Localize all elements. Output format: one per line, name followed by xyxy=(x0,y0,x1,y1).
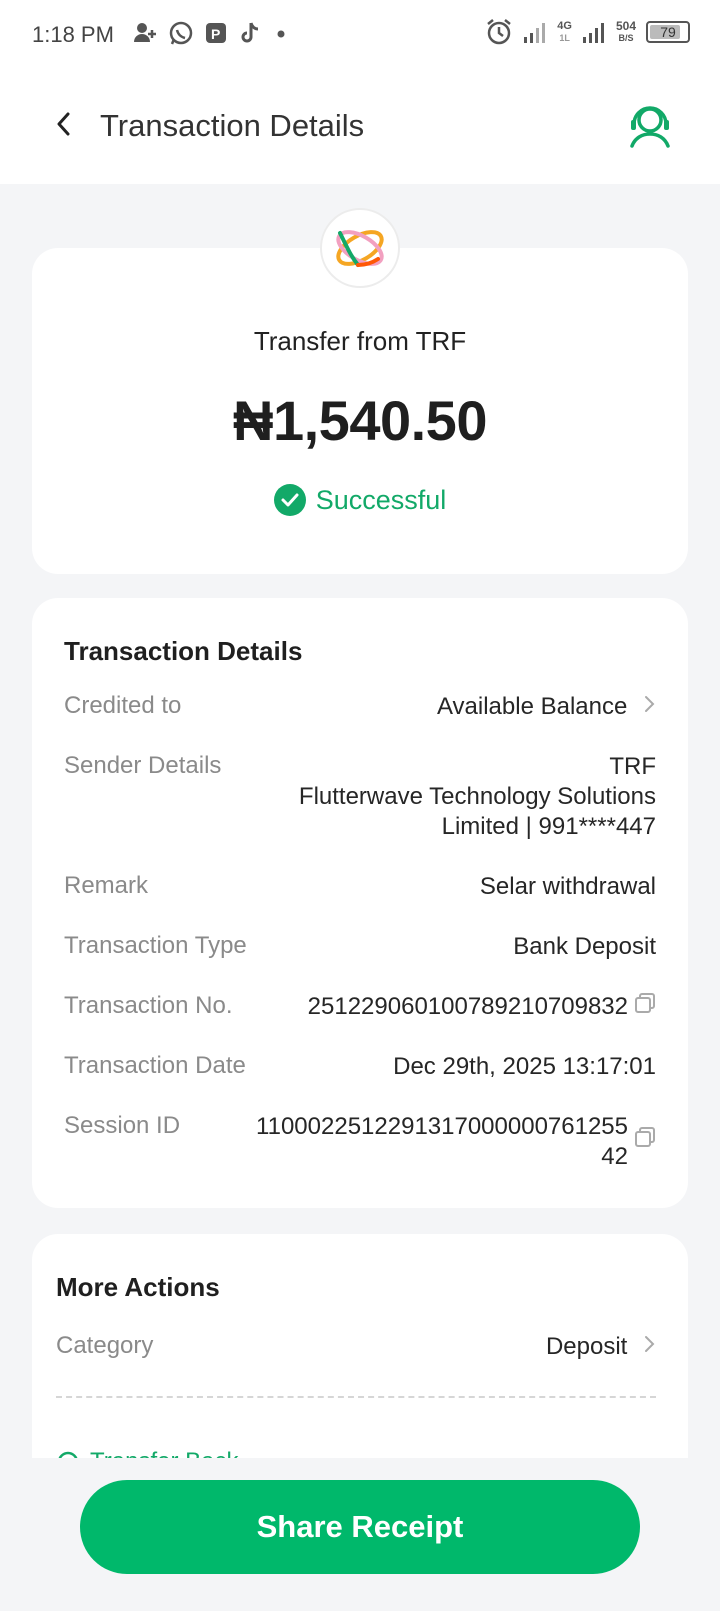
alarm-icon xyxy=(487,19,512,45)
status-text: Successful xyxy=(315,484,447,515)
row-label: Remark xyxy=(64,872,149,899)
chevron-right-icon xyxy=(645,1336,655,1352)
battery-level: 79 xyxy=(660,24,676,40)
share-receipt-button[interactable]: Share Receipt xyxy=(80,1480,640,1574)
row-remark: Remark Selar withdrawal xyxy=(64,872,656,902)
row-label: Transaction Date xyxy=(64,1052,246,1079)
row-label: Category xyxy=(56,1332,154,1359)
headset-icon xyxy=(630,106,670,148)
row-transaction-type: Transaction Type Bank Deposit xyxy=(64,932,656,962)
svg-text:P: P xyxy=(211,26,220,42)
sender-logo xyxy=(320,208,400,288)
details-section-title: Transaction Details xyxy=(64,636,303,666)
row-value: Available Balance xyxy=(437,692,656,722)
back-button[interactable] xyxy=(44,104,84,144)
row-value: Selar withdrawal xyxy=(479,873,656,900)
transaction-details-card: Transaction Details Credited to Availabl… xyxy=(32,598,688,1208)
transaction-title: Transfer from TRF xyxy=(253,326,467,356)
row-value: Bank Deposit xyxy=(513,933,656,960)
row-value: TRF Flutterwave Technology Solutions Lim… xyxy=(298,753,656,840)
app-p-icon: P xyxy=(206,23,226,43)
transaction-summary-card: Transfer from TRF ₦1,540.50 Successful xyxy=(32,248,688,574)
dot-icon xyxy=(277,30,285,38)
notification-icons: P xyxy=(132,20,290,46)
customer-support-button[interactable] xyxy=(626,100,674,150)
chevron-right-icon xyxy=(645,696,655,712)
tiktok-icon xyxy=(241,22,259,43)
row-label: Session ID xyxy=(64,1112,181,1139)
signal-icon xyxy=(524,23,546,43)
network-type: 4G 1L xyxy=(557,20,572,43)
status-badge: Successful xyxy=(32,484,688,516)
row-value: Deposit xyxy=(546,1332,656,1362)
more-actions-title: More Actions xyxy=(56,1272,220,1302)
copy-icon[interactable] xyxy=(634,1126,656,1148)
signal-icon-2 xyxy=(582,23,604,43)
divider xyxy=(56,1396,656,1398)
page-title: Transaction Details xyxy=(100,108,365,143)
row-value: Dec 29th, 2025 13:17:01 xyxy=(393,1053,656,1080)
row-sender-details: Sender Details TRF Flutterwave Technolog… xyxy=(64,752,656,842)
row-value: 1100022512291317000000761255 42 xyxy=(256,1112,656,1172)
row-category[interactable]: Category Deposit xyxy=(56,1332,656,1362)
network-speed: 504 B/S xyxy=(615,19,636,43)
app-header: Transaction Details xyxy=(0,72,720,184)
row-label: Transaction No. xyxy=(64,992,233,1019)
status-bar: 1:18 PM P 4G 1L 504 B/S 79 xyxy=(0,0,720,72)
whatsapp-icon xyxy=(169,21,193,45)
row-credited-to[interactable]: Credited to Available Balance xyxy=(64,692,656,722)
row-label: Sender Details xyxy=(64,752,222,779)
system-icons: 4G 1L 504 B/S 79 xyxy=(485,18,690,46)
add-contact-icon xyxy=(134,23,156,42)
row-session-id: Session ID 1100022512291317000000761255 … xyxy=(64,1112,656,1172)
flutterwave-logo-icon xyxy=(336,230,384,267)
row-transaction-date: Transaction Date Dec 29th, 2025 13:17:01 xyxy=(64,1052,656,1082)
transaction-amount: ₦1,540.50 xyxy=(233,389,487,452)
copy-icon[interactable] xyxy=(634,992,656,1014)
check-circle-icon xyxy=(273,484,306,516)
row-label: Credited to xyxy=(64,692,182,719)
status-time: 1:18 PM xyxy=(32,22,114,47)
battery-icon: 79 xyxy=(646,21,690,43)
row-value: 251229060100789210709832 xyxy=(308,992,656,1022)
chevron-left-icon xyxy=(57,112,70,136)
row-label: Transaction Type xyxy=(64,932,247,959)
row-transaction-no: Transaction No. 251229060100789210709832 xyxy=(64,992,656,1022)
